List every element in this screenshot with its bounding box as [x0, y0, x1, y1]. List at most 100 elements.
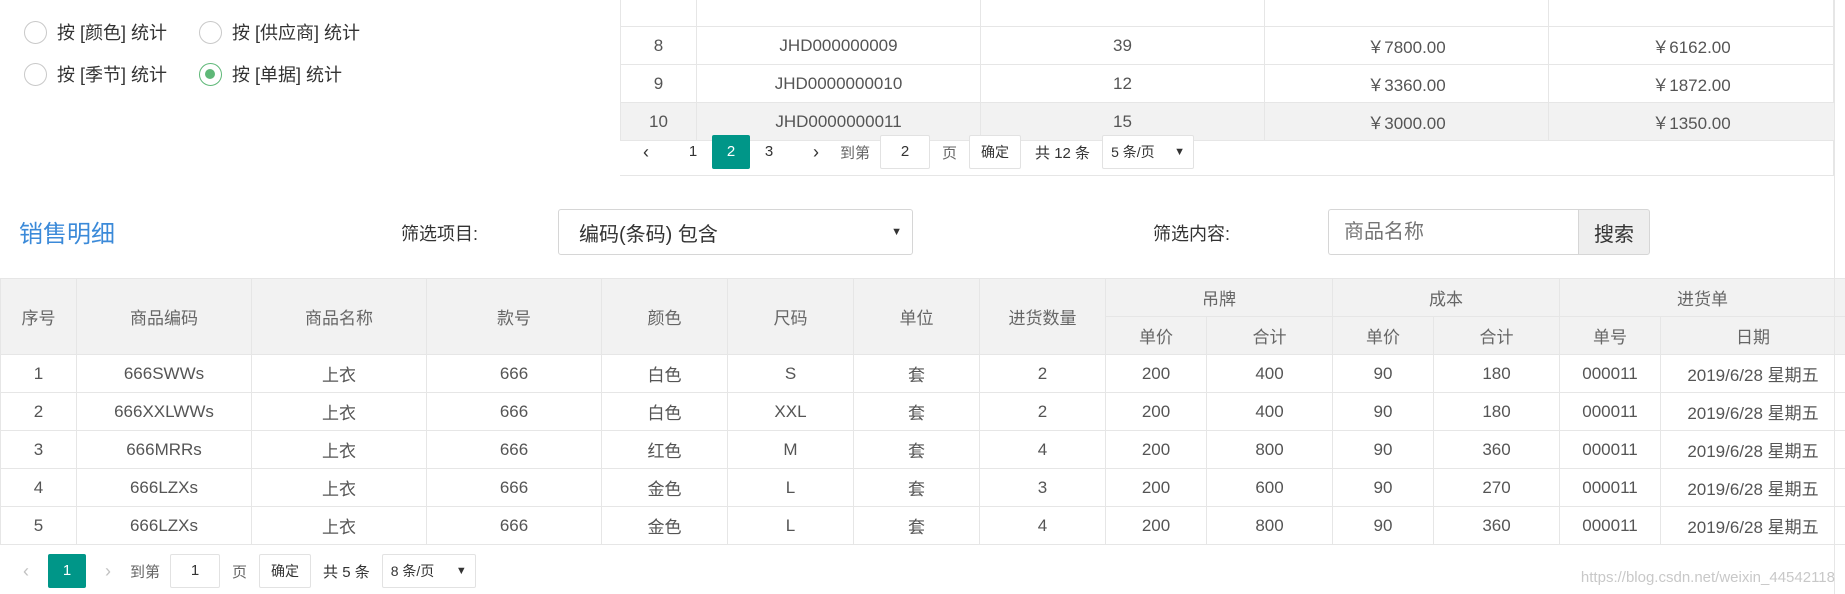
next-page-icon[interactable]: › [100, 561, 116, 582]
table-cell: XXL [727, 392, 854, 431]
right-border [1834, 0, 1835, 594]
table-row: 5 666LZXs 上衣 666 金色 L 套 4 200 800 90 360 000011 2019/… [0, 506, 1845, 545]
table-cell: 1 [0, 354, 77, 393]
page-3-button[interactable]: 3 [750, 135, 788, 169]
table-cell: 上衣 [251, 430, 427, 469]
table-cell: 200 [1105, 506, 1207, 545]
table-cell: 2019/6/28 星期五 [1660, 392, 1845, 431]
page-size-select[interactable]: 5 条/页 ▼ [1102, 135, 1195, 169]
col-header-order: 进货单 [1559, 278, 1845, 317]
col-header-tag-total: 合计 [1206, 316, 1333, 355]
table-cell: 200 [1105, 354, 1207, 393]
table-cell: 666 [426, 506, 602, 545]
table-cell: 4 [979, 430, 1106, 469]
table-cell: 3 [0, 430, 77, 469]
table-cell: 套 [853, 468, 980, 507]
search-input[interactable] [1328, 209, 1578, 255]
table-cell: 白色 [601, 392, 728, 431]
chevron-down-icon: ▼ [455, 565, 467, 577]
goto-prefix: 到第 [130, 563, 161, 581]
radio-circle [24, 62, 47, 86]
table-cell: 红色 [601, 430, 728, 469]
page-2-button[interactable]: 2 [712, 135, 750, 169]
table-cell: L [727, 506, 854, 545]
bottom-pagination: ‹ 1 › 到第 1 页 确定 共 5 条 8 条/页 ▼ [18, 554, 476, 588]
table-row: 1 666SWWs 上衣 666 白色 S 套 2 200 400 90 180 000011 2019/… [0, 354, 1845, 393]
table-cell: 666 [426, 468, 602, 507]
table-cell: 套 [853, 430, 980, 469]
col-header-order-no: 单号 [1559, 316, 1661, 355]
table-cell: 666 [426, 354, 602, 393]
table-cell: 2019/6/28 星期五 [1660, 468, 1845, 507]
table-cell: 000011 [1559, 392, 1661, 431]
table-row: 8 JHD000000009 39 ￥7800.00 ￥6162.00 [620, 26, 1835, 65]
table-cell: 600 [1206, 468, 1333, 507]
goto-prefix: 到第 [840, 144, 871, 162]
page-size-select[interactable]: 8 条/页 ▼ [381, 554, 476, 588]
table-cell: 000011 [1559, 430, 1661, 469]
table-cell: 2 [979, 354, 1106, 393]
table-cell: 360 [1433, 506, 1560, 545]
radio-circle [199, 20, 222, 44]
table-cell: 90 [1332, 468, 1434, 507]
prev-page-icon[interactable]: ‹ [638, 142, 654, 163]
radio-label: 按 [颜色] 统计 [57, 23, 168, 43]
col-header-code: 商品编码 [76, 278, 252, 355]
radio-by-season[interactable]: 按 [季节] 统计 [24, 59, 167, 89]
page-1-button[interactable]: 1 [48, 554, 86, 588]
table-cell: 800 [1206, 506, 1333, 545]
goto-confirm-button[interactable]: 确定 [259, 554, 312, 588]
table-cell: 180 [1433, 354, 1560, 393]
col-header-style: 款号 [426, 278, 602, 355]
col-header-tag: 吊牌 [1105, 278, 1333, 317]
table-cell: 800 [1206, 430, 1333, 469]
table-cell: 上衣 [251, 506, 427, 545]
prev-page-icon[interactable]: ‹ [18, 561, 34, 582]
search-button[interactable]: 搜索 [1578, 209, 1650, 255]
table-cell: 666XXLWWs [76, 392, 252, 431]
table-cell: L [727, 468, 854, 507]
goto-page-input[interactable]: 2 [880, 135, 931, 169]
col-header-date: 日期 [1660, 316, 1845, 355]
table-cell: 200 [1105, 430, 1207, 469]
table-row: 3 666MRRs 上衣 666 红色 M 套 4 200 800 90 360 000011 2019/… [0, 430, 1845, 469]
col-header-name: 商品名称 [251, 278, 427, 355]
table-cell: 3 [979, 468, 1106, 507]
table-cell: 4 [979, 506, 1106, 545]
table-cell: 000011 [1559, 506, 1661, 545]
table-cell: 270 [1433, 468, 1560, 507]
radio-by-document[interactable]: 按 [单据] 统计 [199, 59, 342, 89]
table-cell: 金色 [601, 468, 728, 507]
table-cell: 金色 [601, 506, 728, 545]
table-row: 9 JHD0000000010 12 ￥3360.00 ￥1872.00 [620, 64, 1835, 103]
radio-label: 按 [季节] 统计 [57, 65, 168, 85]
top-pagination: ‹ 1 2 3 › 到第 2 页 确定 共 12 条 5 条/页 ▼ [638, 135, 1195, 169]
table-cell: 666MRRs [76, 430, 252, 469]
page-1-button[interactable]: 1 [674, 135, 712, 169]
filter-content-label: 筛选内容: [1153, 224, 1231, 244]
col-header-cost-total: 合计 [1433, 316, 1560, 355]
table-cell: 白色 [601, 354, 728, 393]
goto-confirm-button[interactable]: 确定 [969, 135, 1022, 169]
table-cell: 000011 [1559, 468, 1661, 507]
table-cell: 666LZXs [76, 468, 252, 507]
table-cell: 套 [853, 392, 980, 431]
table-cell: 360 [1433, 430, 1560, 469]
table-cell: 400 [1206, 354, 1333, 393]
col-header-cost-unit-price: 单价 [1332, 316, 1434, 355]
table-cell: 90 [1332, 430, 1434, 469]
table-cell: 套 [853, 354, 980, 393]
radio-by-supplier[interactable]: 按 [供应商] 统计 [199, 17, 360, 47]
table-cell: 2 [0, 392, 77, 431]
table-cell: 2019/6/28 星期五 [1660, 430, 1845, 469]
table-cell: 200 [1105, 392, 1207, 431]
filter-item-select[interactable]: 编码(条码) 包含 ▼ [558, 209, 913, 255]
table-cell: 90 [1332, 392, 1434, 431]
table-cell: 180 [1433, 392, 1560, 431]
table-cell: S [727, 354, 854, 393]
total-count: 共 5 条 [323, 563, 370, 581]
col-header-seq: 序号 [0, 278, 77, 355]
goto-page-input[interactable]: 1 [170, 554, 221, 588]
next-page-icon[interactable]: › [808, 142, 824, 163]
radio-by-color[interactable]: 按 [颜色] 统计 [24, 17, 167, 47]
